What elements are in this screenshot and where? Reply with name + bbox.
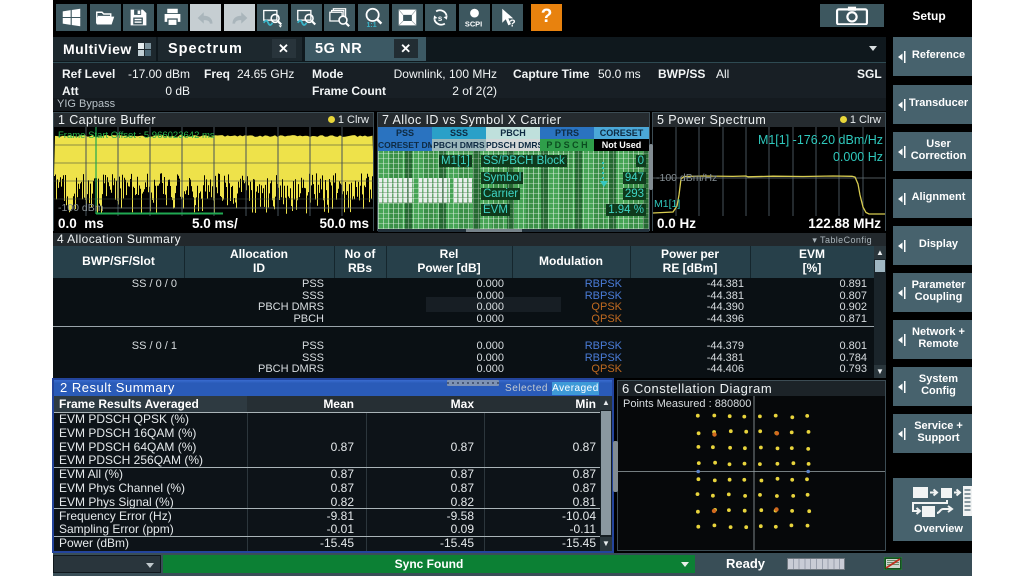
svg-text:SCPI: SCPI — [465, 19, 482, 28]
svg-text:0.000 Hz: 0.000 Hz — [833, 150, 883, 164]
svg-text:-100 dBm: -100 dBm — [58, 202, 104, 214]
svg-text:1:1: 1:1 — [367, 22, 377, 28]
svg-text:M1[1]: M1[1] — [654, 198, 680, 210]
svg-text:-100 dBm/Hz: -100 dBm/Hz — [656, 172, 717, 184]
svg-text:M1[1] -176.20 dBm/Hz: M1[1] -176.20 dBm/Hz — [758, 133, 883, 147]
svg-text:?: ? — [509, 17, 515, 28]
svg-text:Frame Start Offset : 5.9660236: Frame Start Offset : 5.966023642 ms — [58, 130, 215, 141]
svg-text:s: s — [438, 14, 443, 23]
